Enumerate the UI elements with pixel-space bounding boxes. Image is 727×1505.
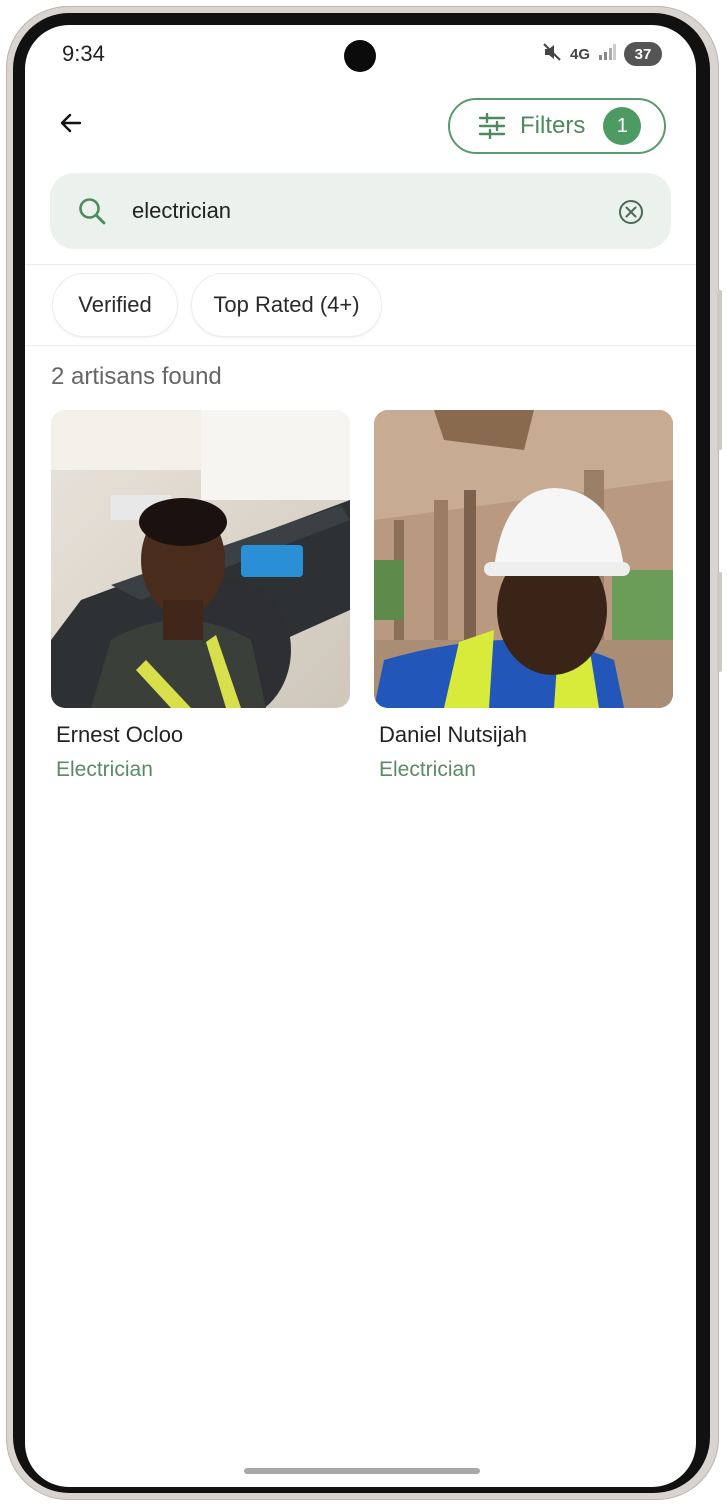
app-screen: 9:34 4G 37 Filters 1 electrician Verifie…: [25, 25, 696, 1487]
divider: [25, 345, 696, 346]
search-icon: [79, 198, 106, 225]
chip-verified[interactable]: Verified: [52, 273, 178, 337]
artisan-photo: [374, 410, 673, 708]
sliders-icon: [478, 113, 506, 139]
search-input[interactable]: [132, 191, 592, 231]
artisan-card[interactable]: Ernest Ocloo Electrician: [51, 410, 350, 782]
filters-label: Filters: [520, 112, 586, 139]
status-time: 9:34: [62, 41, 105, 66]
status-icons: 4G 37: [542, 42, 662, 66]
artisan-card[interactable]: Daniel Nutsijah Electrician: [374, 410, 673, 782]
signal-icon: [598, 44, 616, 64]
back-button[interactable]: [53, 105, 89, 141]
clear-search-icon[interactable]: [617, 198, 645, 226]
artisan-name: Daniel Nutsijah: [379, 722, 527, 747]
search-bar: [50, 173, 671, 249]
artisan-trade: Electrician: [56, 758, 153, 781]
volume-button: [717, 290, 722, 450]
divider: [25, 264, 696, 265]
power-button: [717, 572, 722, 672]
chip-top-rated[interactable]: Top Rated (4+): [191, 273, 382, 337]
artisan-trade: Electrician: [379, 758, 476, 781]
front-camera: [344, 40, 376, 72]
results-count: 2 artisans found: [51, 363, 222, 390]
artisan-photo: [51, 410, 350, 708]
artisan-name: Ernest Ocloo: [56, 722, 184, 747]
filters-button[interactable]: Filters 1: [448, 98, 666, 154]
home-indicator[interactable]: [244, 1468, 480, 1474]
arrow-left-icon: [60, 113, 82, 133]
filters-count-badge: 1: [603, 107, 642, 145]
chip-label: Verified: [78, 292, 152, 317]
battery-indicator: 37: [624, 42, 662, 66]
mute-icon: [542, 42, 562, 66]
chip-label: Top Rated (4+): [213, 292, 360, 317]
network-label: 4G: [569, 45, 590, 63]
